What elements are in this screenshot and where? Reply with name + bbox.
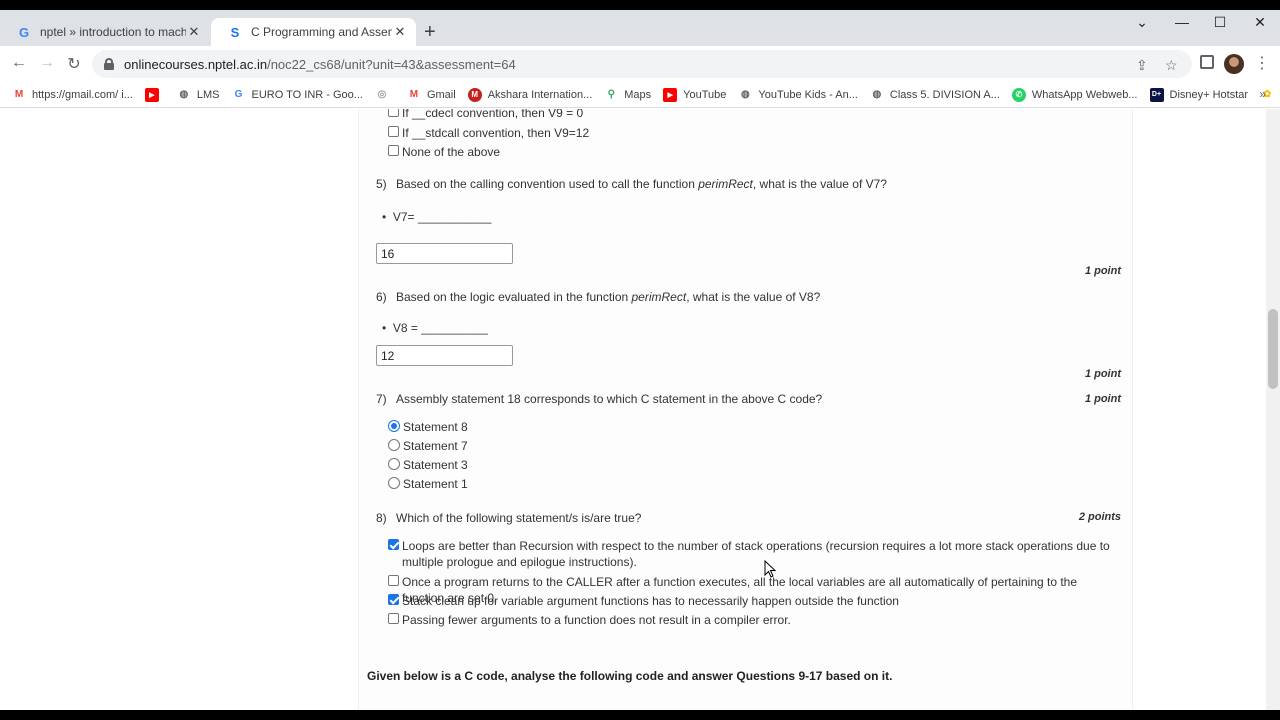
radio-statement-3[interactable]: Statement 3 — [388, 457, 468, 473]
bookmark-youtube-2[interactable]: ▶ YouTube — [663, 87, 726, 102]
bookmark-whatsapp[interactable]: ✆ WhatsApp Webweb... — [1011, 87, 1138, 102]
question-5-bullet: • V7= ___________ — [382, 210, 492, 224]
bookmark-hotstar[interactable]: D+ Disney+ Hotstar — [1149, 87, 1248, 102]
section-note: Given below is a C code, analyse the fol… — [367, 669, 893, 683]
lock-icon[interactable] — [104, 58, 114, 70]
radio-button[interactable] — [388, 458, 400, 470]
mouse-cursor-icon — [764, 560, 776, 578]
bookmarks-bar: Mhttps://gmail.com/ i... ▶ ◍ LMS G EURO TO… — [0, 82, 1280, 108]
page-scrollbar[interactable] — [1266, 109, 1280, 710]
question-6: 6) Based on the logic evaluated in the fu… — [376, 290, 821, 304]
question-5: 5) Based on the calling convention used t… — [376, 177, 887, 191]
gmail-icon: M — [409, 89, 419, 100]
radio-button[interactable] — [388, 420, 400, 432]
radio-statement-7[interactable]: Statement 7 — [388, 438, 468, 454]
v8-answer-input[interactable] — [376, 345, 513, 366]
youtube-icon: ▶ — [663, 87, 678, 102]
globe-icon: ◍ — [179, 89, 189, 100]
bookmark-extension[interactable]: ◎ — [375, 88, 395, 102]
checkbox-option-fewer-args[interactable]: Passing fewer arguments to a function do… — [388, 612, 1118, 628]
globe-icon: ◍ — [741, 89, 750, 100]
new-tab-button[interactable]: + — [424, 22, 436, 42]
checkbox[interactable] — [388, 126, 399, 137]
tab-title: C Programming and Assembly La — [251, 25, 392, 39]
checkbox[interactable] — [388, 109, 399, 117]
tab-strip: G nptel » introduction to machine ✕ S C … — [0, 10, 1280, 46]
radio-statement-1[interactable]: Statement 1 — [388, 476, 468, 492]
bookmark-maps[interactable]: ⚲ Maps — [604, 88, 652, 102]
share-icon[interactable]: ⇪ — [1136, 57, 1148, 74]
reload-icon[interactable]: ↻ — [63, 54, 85, 74]
tab-title: nptel » introduction to machine — [40, 25, 186, 39]
minimize-button[interactable]: — — [1162, 14, 1202, 30]
checkbox[interactable] — [388, 613, 399, 624]
gmail-icon: M — [14, 89, 24, 100]
tab-search-icon[interactable]: ⌄ — [1122, 14, 1162, 31]
back-icon[interactable]: ← — [8, 54, 30, 72]
browser-toolbar: ← → ↻ onlinecourses.nptel.ac.in/noc22_cs… — [0, 46, 1280, 82]
radio-button[interactable] — [388, 439, 400, 451]
globe-icon: ◍ — [872, 89, 882, 100]
bookmark-gmail[interactable]: M Gmail — [407, 88, 456, 102]
akshara-icon: M — [467, 87, 482, 102]
checkbox-option-stack-cleanup[interactable]: Stack clean up for variable argument fun… — [388, 593, 1118, 609]
checkbox[interactable] — [388, 594, 399, 605]
bookmark-class5[interactable]: ◍ Class 5. DIVISION A... — [870, 88, 1000, 102]
scrollbar-thumb[interactable] — [1268, 309, 1278, 389]
bookmark-youtube-kids[interactable]: ◍ YouTube Kids - An... — [738, 88, 858, 102]
option-none[interactable]: None of the above — [388, 144, 500, 160]
hotstar-icon: D+ — [1149, 87, 1164, 102]
question-7-points: 1 point — [1084, 393, 1121, 405]
bookmark-youtube[interactable]: ▶ — [144, 87, 165, 102]
address-bar[interactable]: onlinecourses.nptel.ac.in/noc22_cs68/uni… — [92, 50, 1192, 78]
radio-statement-8[interactable]: Statement 8 — [388, 419, 468, 435]
question-8-points: 2 points — [1078, 511, 1121, 523]
maximize-button[interactable]: ☐ — [1200, 14, 1240, 31]
browser-window: G nptel » introduction to machine ✕ S C … — [0, 10, 1280, 710]
question-7: 7) Assembly statement 18 corresponds to w… — [376, 392, 823, 406]
radio-button[interactable] — [388, 477, 400, 489]
bookmark-gmail-link[interactable]: Mhttps://gmail.com/ i... — [12, 88, 133, 102]
forward-icon[interactable]: → — [36, 54, 58, 72]
option-cdecl[interactable]: If __cdecl convention, then V9 = 0 — [388, 109, 583, 121]
question-5-points: 1 point — [1084, 265, 1121, 277]
google-icon: G — [234, 89, 243, 100]
avatar[interactable] — [1224, 54, 1244, 74]
tab-c-programming[interactable]: S C Programming and Assembly La ✕ — [211, 18, 416, 46]
question-6-points: 1 point — [1084, 368, 1121, 380]
close-icon[interactable]: ✕ — [186, 24, 202, 40]
question-8: 8) Which of the following statement/s is/… — [376, 511, 642, 525]
question-6-bullet: • V8 = __________ — [382, 321, 488, 335]
bookmark-euro-inr[interactable]: G EURO TO INR - Goo... — [232, 88, 363, 102]
bookmark-akshara[interactable]: M Akshara Internation... — [467, 87, 592, 102]
url-text[interactable]: onlinecourses.nptel.ac.in/noc22_cs68/uni… — [124, 57, 516, 72]
whatsapp-icon: ✆ — [1011, 87, 1026, 102]
option-stdcall[interactable]: If __stdcall convention, then V9=12 — [388, 125, 589, 141]
bookmarks-overflow-icon[interactable]: » — [1259, 87, 1266, 101]
page-content: If __cdecl convention, then V9 = 0 If __… — [0, 109, 1266, 710]
v7-answer-input[interactable] — [376, 243, 513, 264]
bookmark-lms[interactable]: ◍ LMS — [177, 88, 220, 102]
youtube-icon: ▶ — [144, 87, 159, 102]
maps-icon: ⚲ — [607, 89, 615, 100]
extension-icon: ◎ — [377, 89, 387, 100]
close-window-button[interactable]: ✕ — [1240, 14, 1280, 31]
tab-nptel-search[interactable]: G nptel » introduction to machine ✕ — [0, 18, 210, 46]
checkbox[interactable] — [388, 575, 399, 586]
close-icon[interactable]: ✕ — [392, 24, 408, 40]
checkbox[interactable] — [388, 539, 399, 550]
menu-icon[interactable]: ⋮ — [1254, 53, 1270, 73]
checkbox[interactable] — [388, 145, 399, 156]
checkbox-option-loops[interactable]: Loops are better than Recursion with res… — [388, 538, 1118, 570]
bookmark-star-icon[interactable]: ☆ — [1165, 57, 1178, 74]
swayam-icon: S — [230, 24, 240, 40]
side-panel-icon[interactable] — [1200, 55, 1214, 69]
google-icon: G — [18, 24, 30, 40]
